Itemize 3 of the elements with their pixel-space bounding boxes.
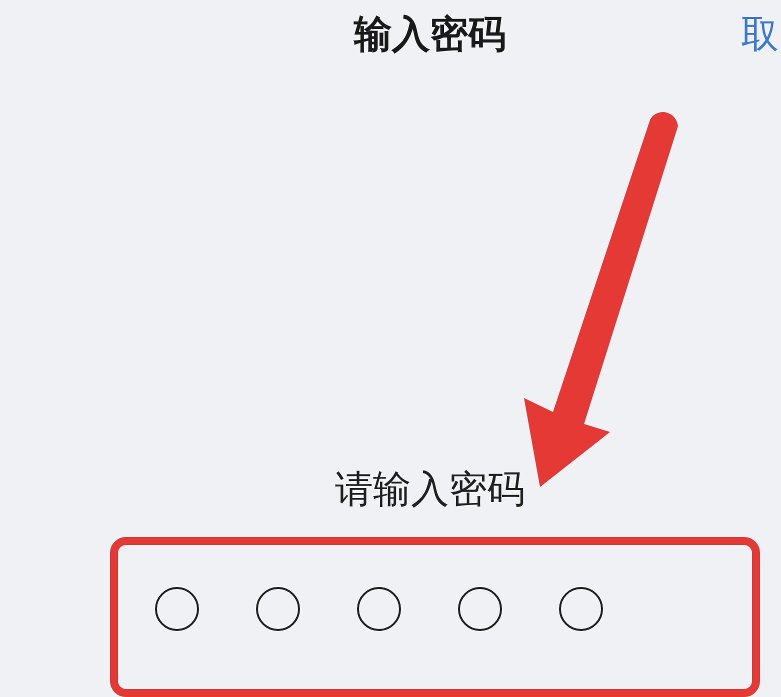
- passcode-prompt: 请输入密码: [334, 466, 526, 513]
- cancel-button[interactable]: 取: [741, 8, 779, 60]
- screen-title: 输入密码: [352, 10, 507, 58]
